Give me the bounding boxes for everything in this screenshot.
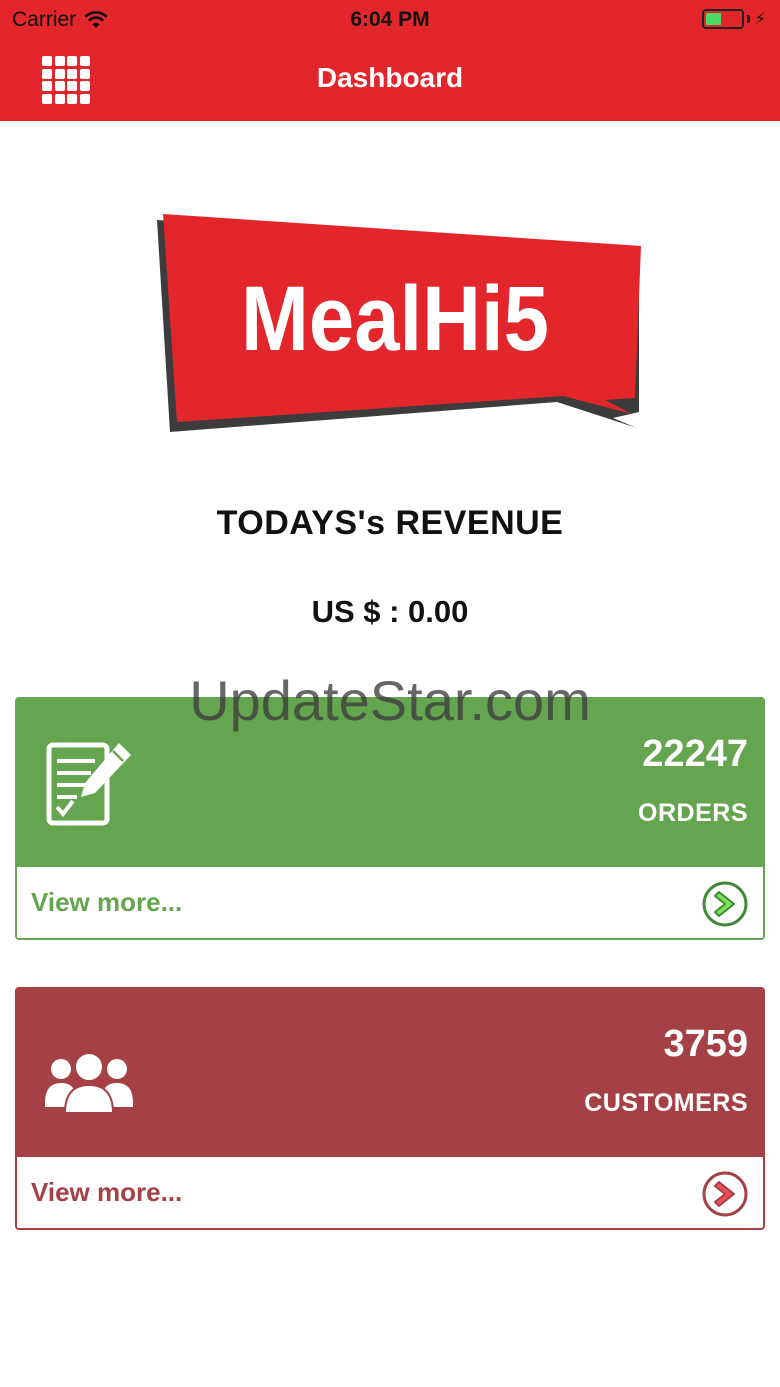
orders-label: ORDERS <box>638 799 748 827</box>
customers-view-more-label: View more... <box>31 1177 183 1207</box>
revenue-value: US $ : 0.00 <box>311 594 469 629</box>
status-bar: Carrier 6:04 PM ⚡ <box>0 0 780 40</box>
orders-card: 22247 ORDERS View more... <box>15 697 765 940</box>
orders-summary: 22247 ORDERS <box>17 699 763 867</box>
carrier-label: Carrier <box>12 8 77 31</box>
users-group-icon <box>45 1052 133 1114</box>
customers-count: 3759 <box>663 1023 748 1065</box>
page-title: Dashboard <box>316 62 464 93</box>
chevron-right-icon[interactable] <box>701 880 749 928</box>
carrier-info: Carrier <box>12 8 108 32</box>
revenue-title: TODAYS's REVENUE <box>216 504 564 542</box>
mealhi5-logo: MealHi5 <box>157 214 641 432</box>
chevron-right-icon[interactable] <box>701 1170 749 1218</box>
wifi-icon <box>84 11 108 28</box>
grid-menu-icon[interactable] <box>42 56 90 104</box>
customers-card: 3759 CUSTOMERS View more... <box>15 987 765 1230</box>
battery-icon: ⚡ <box>701 9 766 29</box>
orders-view-more-button[interactable]: View more... <box>17 867 763 938</box>
charging-bolt-icon: ⚡ <box>754 11 766 28</box>
customers-label: CUSTOMERS <box>584 1089 748 1117</box>
customers-view-more-button[interactable]: View more... <box>17 1157 763 1228</box>
checklist-edit-icon <box>46 742 131 826</box>
app-header: Carrier 6:04 PM ⚡ Dashboard <box>0 0 780 121</box>
orders-count: 22247 <box>642 733 748 775</box>
customers-summary: 3759 CUSTOMERS <box>17 989 763 1157</box>
status-time: 6:04 PM <box>350 8 430 31</box>
logo-text: MealHi5 <box>241 268 549 370</box>
orders-view-more-label: View more... <box>31 887 183 917</box>
